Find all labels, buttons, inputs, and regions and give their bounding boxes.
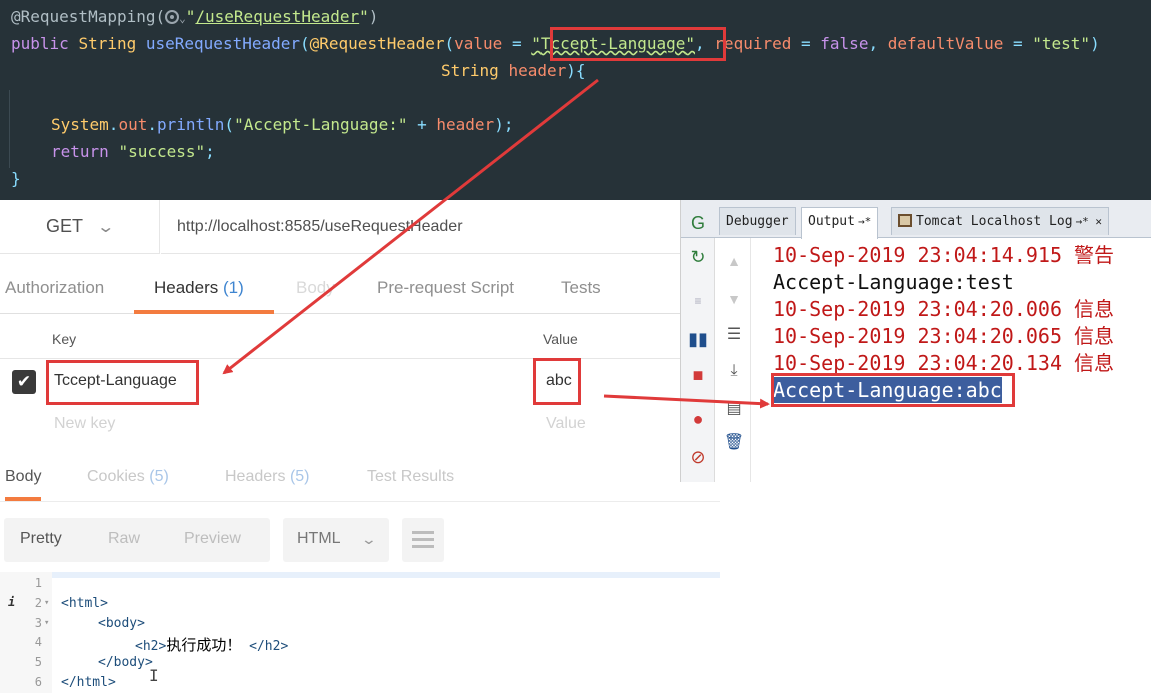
chevron-down-icon[interactable]: ⌄ xyxy=(179,12,186,25)
divider xyxy=(0,501,720,502)
response-code-viewer[interactable]: 1 2 ▾ 3 ▾ 4 5 6 i <html> <body> <h2>执行成功… xyxy=(0,572,720,693)
format-toggle-group: Pretty Raw Preview xyxy=(4,518,270,562)
tab-debugger[interactable]: Debugger xyxy=(719,207,796,235)
fold-toggle-icon[interactable]: ▾ xyxy=(44,618,49,628)
tab-prerequest-script[interactable]: Pre-request Script xyxy=(377,278,514,314)
wrap-lines-button[interactable] xyxy=(402,518,444,562)
line-gutter xyxy=(0,572,52,693)
scroll-to-end-icon[interactable]: ⤓ xyxy=(723,360,745,382)
side-toolbar: G ↻ ≡ ▮▮ ■ ● ⊘ xyxy=(681,213,715,482)
code-tag: <body> xyxy=(98,616,145,631)
tab-authorization[interactable]: Authorization xyxy=(5,278,104,314)
method-label: GET xyxy=(46,216,84,236)
tab-response-body[interactable]: Body xyxy=(5,468,42,501)
line-number: 2 xyxy=(34,596,42,610)
highlight-box-header-value xyxy=(533,358,581,405)
url-input[interactable]: http://localhost:8585/useRequestHeader xyxy=(161,200,680,254)
info-icon: i xyxy=(8,595,16,609)
highlight-box-output-line xyxy=(771,373,1015,407)
code-tag: </html> xyxy=(61,675,116,690)
code-tag: </body> xyxy=(98,655,153,670)
header-enabled-checkbox[interactable]: ✔ xyxy=(12,370,36,394)
line-number: 3 xyxy=(34,616,42,630)
code-line-5: System.out.println("Accept-Language:" + … xyxy=(51,115,514,134)
soft-wrap-icon[interactable]: ☰ xyxy=(723,324,745,346)
column-header-value: Value xyxy=(543,331,578,347)
print-icon[interactable]: ▤ xyxy=(723,398,745,420)
chevron-down-icon[interactable]: ⌄ xyxy=(96,217,115,237)
default-value-literal: test xyxy=(1041,34,1081,53)
preview-button[interactable]: Preview xyxy=(184,530,241,548)
tab-response-cookies[interactable]: Cookies (5) xyxy=(87,468,169,486)
close-icon[interactable]: →* ✕ xyxy=(1076,215,1103,228)
text-cursor-icon: I xyxy=(149,666,159,685)
scroll-down-icon[interactable]: ▼ xyxy=(723,288,745,310)
tab-headers[interactable]: Headers (1) xyxy=(134,278,274,314)
output-tabs: Debugger Output →* Tomcat Localhost Log →*… xyxy=(681,200,1151,239)
refresh-icon[interactable]: ↻ xyxy=(687,246,709,268)
trash-icon[interactable]: 🗑 xyxy=(723,432,745,454)
method-select[interactable]: GET ⌄ xyxy=(0,200,160,254)
line-number: 1 xyxy=(34,576,42,590)
language-label: HTML xyxy=(297,530,341,547)
mute-icon[interactable]: ⊘ xyxy=(687,446,709,468)
ide-output-panel: Debugger Output →* Tomcat Localhost Log →*… xyxy=(680,200,1151,482)
tab-tomcat-localhost-log[interactable]: Tomcat Localhost Log →* ✕ xyxy=(891,207,1110,235)
active-line-highlight xyxy=(0,572,720,578)
line-number: 5 xyxy=(34,655,42,669)
response-message: 执行成功！ xyxy=(166,636,242,654)
highlight-box-code-header xyxy=(550,27,726,61)
code-tag: <html> xyxy=(61,596,108,611)
breakpoints-icon[interactable]: ● xyxy=(687,408,709,430)
globe-icon[interactable] xyxy=(165,10,180,24)
new-value-input[interactable]: Value xyxy=(546,415,586,433)
annotation-text: @RequestMapping( xyxy=(11,7,166,26)
highlight-box-header-key xyxy=(46,360,199,405)
log-line: Accept-Language:test xyxy=(773,270,1014,294)
code-line-7: } xyxy=(11,169,21,188)
code-line-3: String header){ xyxy=(441,61,586,80)
tab-tests[interactable]: Tests xyxy=(561,278,601,314)
postman-response-panel: Body Cookies (5) Headers (5) Test Result… xyxy=(0,440,720,693)
tab-response-headers[interactable]: Headers (5) xyxy=(225,468,310,486)
tab-test-results[interactable]: Test Results xyxy=(367,468,454,486)
log-line: 10-Sep-2019 23:04:20.006 信息 xyxy=(773,297,1115,321)
rerun-icon[interactable]: G xyxy=(687,212,709,234)
fold-toggle-icon[interactable]: ▾ xyxy=(44,598,49,608)
mapping-path[interactable]: /useRequestHeader xyxy=(195,7,359,26)
line-number: 6 xyxy=(34,675,42,689)
indent-guide xyxy=(9,90,10,168)
code-line-6: return "success"; xyxy=(51,142,215,161)
log-line: 10-Sep-2019 23:04:20.065 信息 xyxy=(773,324,1115,348)
code-line: <h2>执行成功！ </h2> xyxy=(135,636,289,654)
check-icon: ✔ xyxy=(16,372,32,391)
stop-icon[interactable]: ■ xyxy=(687,364,709,386)
inner-toolbar: ▲ ▼ ☰ ⤓ ▤ 🗑 xyxy=(717,238,751,482)
language-select[interactable]: HTML ⌄ xyxy=(283,518,389,562)
tab-output[interactable]: Output →* xyxy=(801,207,879,239)
method-name: useRequestHeader xyxy=(145,34,300,53)
request-tabs: Authorization Headers (1) Body Pre-reque… xyxy=(0,270,680,314)
log-line: 10-Sep-2019 23:04:14.915 警告 xyxy=(773,243,1115,267)
line-number: 4 xyxy=(34,635,42,649)
code-line-1: @RequestMapping(⌄"/useRequestHeader") xyxy=(11,7,379,26)
chevron-down-icon: ⌄ xyxy=(360,531,378,547)
pin-icon[interactable]: →* xyxy=(858,215,871,228)
tab-body[interactable]: Body xyxy=(296,278,335,314)
column-header-key: Key xyxy=(52,331,77,347)
new-key-input[interactable]: New key xyxy=(54,415,115,433)
url-text: http://localhost:8585/useRequestHeader xyxy=(177,217,463,235)
pretty-button[interactable]: Pretty xyxy=(20,530,62,548)
pause-icon[interactable]: ▮▮ xyxy=(687,328,709,350)
step-icon[interactable]: ≡ xyxy=(687,290,709,312)
raw-button[interactable]: Raw xyxy=(108,530,140,548)
scroll-up-icon[interactable]: ▲ xyxy=(723,250,745,272)
tomcat-icon xyxy=(898,214,912,227)
